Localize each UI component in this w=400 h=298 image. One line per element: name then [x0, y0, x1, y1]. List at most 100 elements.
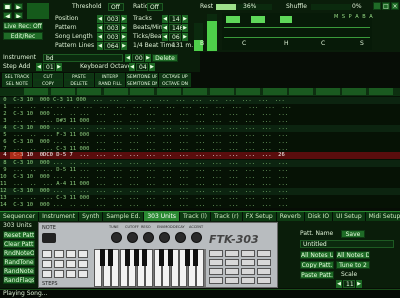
step-button[interactable]: [78, 260, 88, 268]
all-notes-dn-button[interactable]: All Notes Dn: [336, 251, 370, 259]
tab-midi-setup[interactable]: Midi Setup: [366, 212, 400, 221]
octave-dn-button[interactable]: OCTAVE DN: [159, 80, 191, 87]
play-button[interactable]: ▶: [14, 3, 23, 10]
pattern-row[interactable]: 4 C-3 10 000 ... .. ... ... ... ... ... …: [0, 125, 400, 132]
tab-track-r[interactable]: Track (r): [211, 212, 243, 221]
tracks-inc[interactable]: ▶: [182, 15, 188, 23]
track-header[interactable]: [50, 88, 75, 95]
next-button[interactable]: ▶: [14, 12, 23, 19]
tracks-dec[interactable]: ◀: [162, 15, 168, 23]
position-value[interactable]: 003: [104, 15, 120, 23]
paste-button[interactable]: PASTE: [64, 73, 94, 80]
pattern-slot[interactable]: [257, 250, 271, 257]
scale-inc[interactable]: ▶: [356, 280, 362, 288]
track-header[interactable]: [289, 88, 313, 95]
sel-note-button[interactable]: SEL NOTE: [2, 80, 32, 87]
black-key[interactable]: [99, 249, 105, 266]
track-header[interactable]: [156, 88, 181, 95]
clear-patt-button[interactable]: Clear Patt.: [3, 240, 35, 248]
pattern-editor[interactable]: 0 C-3 10 000 C-3 11 000 ... ... ... ... …: [0, 88, 400, 208]
pattern-slot[interactable]: [209, 277, 223, 284]
pattern-slot[interactable]: [241, 259, 255, 266]
song-length-inc[interactable]: ▶: [121, 33, 127, 41]
cut-button[interactable]: CUT: [33, 73, 63, 80]
synth-knob[interactable]: ACCENT: [189, 225, 204, 247]
track-header[interactable]: [209, 88, 234, 95]
semitone-dn-button[interactable]: SEMITONE DN: [126, 80, 158, 87]
save-button[interactable]: Save: [341, 230, 365, 238]
black-key[interactable]: [193, 249, 198, 266]
tab-fx-setup[interactable]: FX Setup: [243, 212, 277, 221]
step-add-inc[interactable]: ▶: [56, 63, 62, 71]
black-key[interactable]: [142, 249, 147, 266]
track-header[interactable]: [103, 88, 128, 95]
ticks-inc[interactable]: ▶: [182, 33, 188, 41]
pattern-row[interactable]: 6 C-3 10 000 ... .. ... ... ... ... ... …: [0, 139, 400, 146]
pattern-dec[interactable]: ◀: [97, 24, 103, 32]
paste-patt-button[interactable]: Paste Patt.: [300, 271, 334, 279]
tracks-value[interactable]: 14: [169, 15, 181, 23]
ticks-dec[interactable]: ◀: [162, 33, 168, 41]
rand-notes-button[interactable]: RandNotes: [3, 267, 35, 275]
keyboard[interactable]: [94, 249, 206, 287]
pattern-row[interactable]: 13 ... .. ... C-3 11 000 ... ... ... ...…: [0, 195, 400, 202]
live-rec-button[interactable]: Live Rec: Off: [3, 22, 43, 30]
ticks-value[interactable]: 06: [169, 33, 181, 41]
step-button[interactable]: [66, 270, 76, 278]
minimize-icon[interactable]: _: [373, 2, 381, 10]
pattern-lines-value[interactable]: 064: [104, 42, 120, 50]
song-length-dec[interactable]: ◀: [97, 33, 103, 41]
pattern-row[interactable]: 12 C-3 10 000 ... .. ... ... ... ... ...…: [0, 188, 400, 195]
delete-button[interactable]: Delete: [152, 54, 178, 62]
track-header[interactable]: [342, 88, 366, 95]
instrument-dec[interactable]: ◀: [125, 54, 131, 62]
scale-value[interactable]: 11: [343, 280, 355, 288]
pattern-lines-dec[interactable]: ◀: [97, 42, 103, 50]
tab-reverb[interactable]: Reverb: [277, 212, 305, 221]
step-button[interactable]: [78, 250, 88, 258]
step-button[interactable]: [78, 270, 88, 278]
track-header[interactable]: [368, 88, 393, 95]
black-key[interactable]: [167, 249, 173, 266]
pattern-row[interactable]: 0 C-3 10 000 C-3 11 000 ... ... ... ... …: [0, 97, 400, 104]
octave-inc[interactable]: ▶: [149, 63, 155, 71]
prev-button[interactable]: ◀: [3, 12, 12, 19]
bpm-inc[interactable]: ▶: [182, 24, 188, 32]
synth-knob[interactable]: CUTOFF: [125, 225, 140, 247]
pattern-slot[interactable]: [225, 250, 239, 257]
rnd-note-on-button[interactable]: RndNoteOn: [3, 249, 35, 257]
tab-ui-setup[interactable]: UI Setup: [333, 212, 366, 221]
pattern-row[interactable]: 8 C-3 10 000 ... .. ... ... ... ... ... …: [0, 160, 400, 167]
pattern-inc[interactable]: ▶: [121, 24, 127, 32]
all-notes-up-button[interactable]: All Notes Up: [300, 251, 334, 259]
black-key[interactable]: [184, 249, 190, 266]
step-button[interactable]: [54, 260, 64, 268]
pattern-row[interactable]: 5 ... .. ... F-3 11 000 ... ... ... ... …: [0, 132, 400, 139]
octave-value[interactable]: 04: [136, 63, 148, 71]
pattern-row[interactable]: 10 C-3 10 000 ... .. ... ... ... ... ...…: [0, 174, 400, 181]
stop-button[interactable]: ■: [3, 3, 12, 10]
rand-tone-button[interactable]: RandTone: [3, 258, 35, 266]
track-header[interactable]: [262, 88, 287, 95]
pattern-slot[interactable]: [241, 277, 255, 284]
track-header[interactable]: [236, 88, 260, 95]
pattern-slot[interactable]: [257, 268, 271, 275]
maximize-icon[interactable]: □: [382, 2, 390, 10]
octave-dec[interactable]: ◀: [129, 63, 135, 71]
synth-knob[interactable]: TUNE: [109, 225, 124, 247]
position-dec[interactable]: ◀: [97, 15, 103, 23]
synth-knob[interactable]: RESO: [141, 225, 156, 247]
threshold-value[interactable]: Off: [108, 3, 124, 11]
pattern-slot[interactable]: [225, 259, 239, 266]
pattern-slot[interactable]: [209, 268, 223, 275]
tab-track-l[interactable]: Track (l): [180, 212, 211, 221]
ratio-value[interactable]: Off: [147, 3, 163, 11]
pattern-row[interactable]: 9 ... .. ... D-5 11 ... ... ... ... ... …: [0, 167, 400, 174]
octave-up-button[interactable]: OCTAVE UP: [159, 73, 191, 80]
tab-instrument[interactable]: Instrument: [39, 212, 80, 221]
step-button[interactable]: [54, 270, 64, 278]
pattern-slot[interactable]: [225, 268, 239, 275]
shuffle-slider[interactable]: [311, 4, 351, 10]
tab-synth[interactable]: Synth: [79, 212, 104, 221]
pattern-slot[interactable]: [241, 250, 255, 257]
